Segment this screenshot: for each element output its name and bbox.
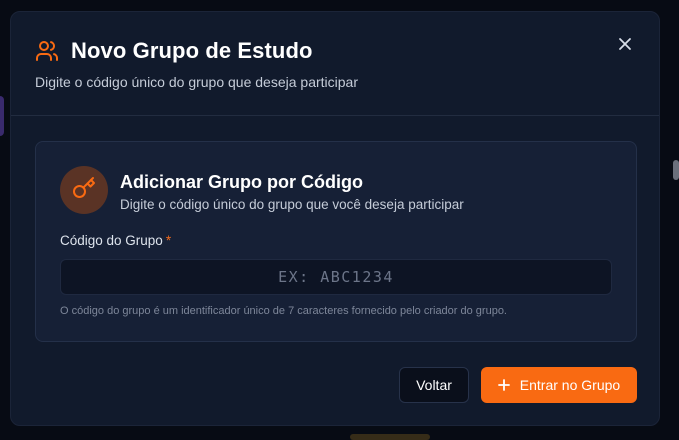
new-study-group-modal: Novo Grupo de Estudo Digite o código úni… <box>10 11 660 426</box>
add-group-by-code-card: Adicionar Grupo por Código Digite o códi… <box>35 141 637 342</box>
key-badge <box>60 166 108 214</box>
card-subtitle: Digite o código único do grupo que você … <box>120 197 464 212</box>
group-code-input[interactable] <box>60 259 612 295</box>
modal-header: Novo Grupo de Estudo Digite o código úni… <box>11 12 659 116</box>
group-code-label: Código do Grupo * <box>60 233 171 248</box>
backdrop-decoration <box>673 160 679 180</box>
required-mark: * <box>165 233 172 248</box>
group-code-helper-text: O código do grupo é um identificador úni… <box>60 305 507 317</box>
backdrop-decoration <box>350 434 430 440</box>
group-code-label-text: Código do Grupo <box>60 233 163 248</box>
plus-icon <box>497 379 510 391</box>
title-row: Novo Grupo de Estudo <box>35 38 313 64</box>
users-icon <box>35 39 59 63</box>
key-icon <box>72 176 96 205</box>
backdrop-decoration <box>0 96 4 136</box>
close-icon[interactable] <box>617 36 633 57</box>
modal-title: Novo Grupo de Estudo <box>71 38 313 63</box>
join-group-label: Entrar no Grupo <box>519 377 621 393</box>
back-button[interactable]: Voltar <box>399 367 469 403</box>
modal-subtitle: Digite o código único do grupo que desej… <box>35 74 358 90</box>
card-title: Adicionar Grupo por Código <box>120 172 363 192</box>
join-group-button[interactable]: Entrar no Grupo <box>481 367 637 403</box>
close-button[interactable] <box>613 34 637 58</box>
